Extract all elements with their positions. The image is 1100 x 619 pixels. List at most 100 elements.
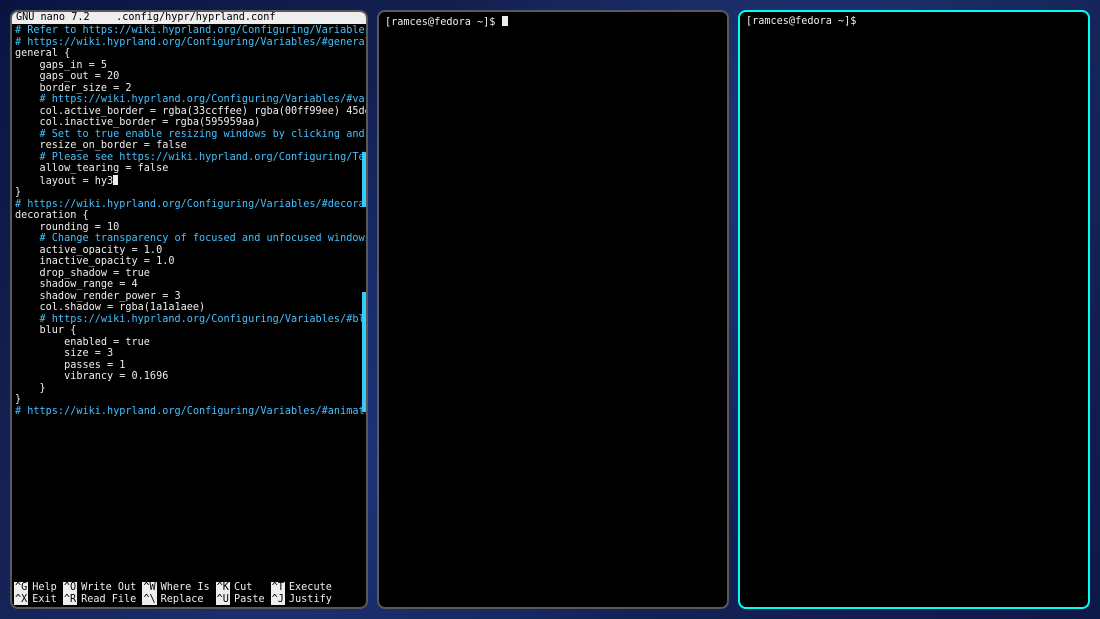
editor-line[interactable]: # https://wiki.hyprland.org/Configuring/…: [15, 314, 363, 326]
shortcut-label: Read File: [81, 594, 136, 606]
shortcut-item: ^TExecute: [271, 582, 332, 594]
editor-line[interactable]: # https://wiki.hyprland.org/Configuring/…: [15, 94, 363, 106]
prompt-text: [ramces@fedora ~]$: [746, 16, 863, 27]
editor-line[interactable]: layout = hy3: [15, 175, 363, 188]
shortcut-label: Write Out: [81, 582, 136, 594]
nano-shortcut-bar: ^G Help ^O Write Out ^WWhere Is ^K Cut ^TExecut…: [12, 582, 366, 607]
editor-line[interactable]: general {: [15, 48, 363, 60]
shortcut-label: Where Is: [161, 582, 210, 594]
nano-editor[interactable]: GNU nano 7.2 .config/hypr/hyprland.conf …: [12, 12, 366, 607]
editor-line[interactable]: decoration {: [15, 210, 363, 222]
editor-text: col.shadow = rgba(1a1a1aee): [15, 302, 205, 313]
shortcut-label: Replace: [161, 594, 204, 606]
editor-text: drop_shadow = true: [15, 268, 150, 279]
shortcut-label: Exit: [32, 594, 57, 606]
editor-line[interactable]: inactive_opacity = 1.0: [15, 256, 363, 268]
shortcut-label: Cut: [234, 582, 252, 594]
terminal-cursor: [502, 16, 508, 26]
editor-line[interactable]: gaps_out = 20: [15, 71, 363, 83]
editor-line[interactable]: }: [15, 187, 363, 199]
editor-text: # Please see https://wiki.hyprland.org/C…: [15, 152, 366, 163]
editor-text: col.active_border = rgba(33ccffee) rgba(…: [15, 106, 366, 117]
terminal-window-middle[interactable]: [ramces@fedora ~]$: [377, 10, 729, 609]
editor-text: # https://wiki.hyprland.org/Configuring/…: [15, 199, 366, 210]
scroll-indicator: [362, 152, 366, 207]
editor-text: gaps_in = 5: [15, 60, 107, 71]
editor-line[interactable]: enabled = true: [15, 337, 363, 349]
editor-line[interactable]: size = 3: [15, 348, 363, 360]
editor-line[interactable]: vibrancy = 0.1696: [15, 371, 363, 383]
editor-text: # Refer to https://wiki.hyprland.org/Con…: [15, 25, 366, 36]
editor-text: inactive_opacity = 1.0: [15, 256, 174, 267]
editor-line[interactable]: }: [15, 383, 363, 395]
shortcut-item: ^\ Replace: [142, 594, 209, 606]
editor-line[interactable]: # https://wiki.hyprland.org/Configuring/…: [15, 199, 363, 211]
terminal-prompt-line[interactable]: [ramces@fedora ~]$: [740, 12, 1088, 31]
shortcut-item: ^K Cut: [216, 582, 265, 594]
editor-line[interactable]: col.inactive_border = rgba(595959aa): [15, 117, 363, 129]
editor-line[interactable]: # Please see https://wiki.hyprland.org/C…: [15, 152, 363, 164]
editor-text: gaps_out = 20: [15, 71, 119, 82]
editor-text: # Change transparency of focused and unf…: [15, 233, 366, 244]
editor-line[interactable]: passes = 1: [15, 360, 363, 372]
editor-line[interactable]: border_size = 2: [15, 83, 363, 95]
editor-text: vibrancy = 0.1696: [15, 371, 168, 382]
editor-line[interactable]: shadow_render_power = 3: [15, 291, 363, 303]
editor-line[interactable]: # https://wiki.hyprland.org/Configuring/…: [15, 406, 363, 418]
editor-text: border_size = 2: [15, 83, 132, 94]
editor-line[interactable]: drop_shadow = true: [15, 268, 363, 280]
shortcut-item: ^WWhere Is: [142, 582, 209, 594]
editor-text: }: [15, 187, 21, 198]
shortcut-label: Paste: [234, 594, 265, 606]
shortcut-key: ^G: [14, 582, 28, 594]
editor-text: }: [15, 394, 21, 405]
editor-line[interactable]: }: [15, 394, 363, 406]
editor-text: shadow_range = 4: [15, 279, 138, 290]
editor-line[interactable]: allow_tearing = false: [15, 163, 363, 175]
editor-line[interactable]: active_opacity = 1.0: [15, 245, 363, 257]
editor-text: shadow_render_power = 3: [15, 291, 181, 302]
shortcut-item: ^R Read File: [63, 594, 136, 606]
nano-text-area[interactable]: # Refer to https://wiki.hyprland.org/Con…: [12, 24, 366, 582]
shortcut-key: ^R: [63, 594, 77, 606]
scroll-indicator: [362, 292, 366, 412]
editor-text: general {: [15, 48, 70, 59]
shortcut-item: [338, 594, 364, 606]
editor-line[interactable]: col.active_border = rgba(33ccffee) rgba(…: [15, 106, 363, 118]
shortcut-item: ^G Help: [14, 582, 57, 594]
editor-line[interactable]: # https://wiki.hyprland.org/Configuring/…: [15, 37, 363, 49]
shortcut-item: ^O Write Out: [63, 582, 136, 594]
shortcut-label: Help: [32, 582, 57, 594]
terminal-window-right[interactable]: [ramces@fedora ~]$: [738, 10, 1090, 609]
shortcut-key: ^O: [63, 582, 77, 594]
editor-line[interactable]: resize_on_border = false: [15, 140, 363, 152]
editor-text: # https://wiki.hyprland.org/Configuring/…: [15, 314, 366, 325]
editor-line[interactable]: blur {: [15, 325, 363, 337]
editor-text: active_opacity = 1.0: [15, 245, 162, 256]
editor-line[interactable]: col.shadow = rgba(1a1a1aee): [15, 302, 363, 314]
editor-text: decoration {: [15, 210, 89, 221]
shortcut-key: ^\: [142, 594, 156, 606]
shortcut-item: [338, 582, 364, 594]
editor-line[interactable]: # Refer to https://wiki.hyprland.org/Con…: [15, 25, 363, 37]
editor-line[interactable]: gaps_in = 5: [15, 60, 363, 72]
editor-text: }: [15, 383, 46, 394]
editor-text: # https://wiki.hyprland.org/Configuring/…: [15, 37, 366, 48]
shortcut-item: ^JJustify: [271, 594, 332, 606]
shortcut-key: ^X: [14, 594, 28, 606]
editor-line[interactable]: shadow_range = 4: [15, 279, 363, 291]
editor-line[interactable]: # Change transparency of focused and unf…: [15, 233, 363, 245]
editor-text: resize_on_border = false: [15, 140, 187, 151]
editor-line[interactable]: rounding = 10: [15, 222, 363, 234]
shortcut-label: Execute: [289, 582, 332, 594]
editor-text: rounding = 10: [15, 222, 119, 233]
nano-editor-window[interactable]: GNU nano 7.2 .config/hypr/hyprland.conf …: [10, 10, 368, 609]
terminal-prompt-line[interactable]: [ramces@fedora ~]$: [379, 12, 727, 32]
editor-text: layout = hy3: [15, 176, 113, 187]
nano-header: GNU nano 7.2 .config/hypr/hyprland.conf: [12, 12, 366, 24]
editor-text: # https://wiki.hyprland.org/Configuring/…: [15, 94, 366, 105]
editor-text: size = 3: [15, 348, 113, 359]
shortcut-key: ^K: [216, 582, 230, 594]
editor-line[interactable]: # Set to true enable resizing windows by…: [15, 129, 363, 141]
shortcut-item: ^X Exit: [14, 594, 57, 606]
